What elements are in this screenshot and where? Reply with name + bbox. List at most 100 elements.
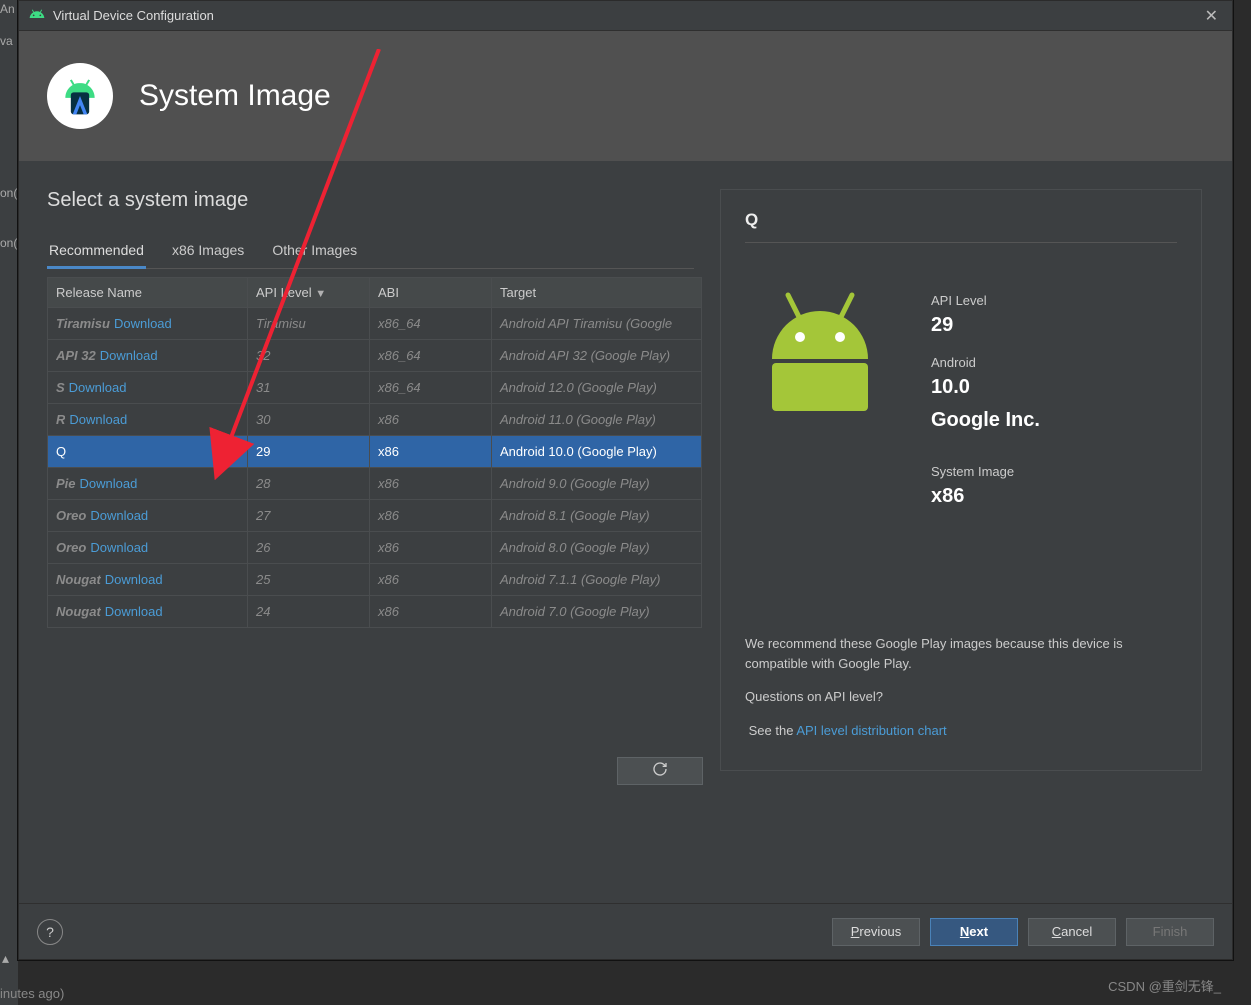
api-level-cell: 32 [248, 340, 370, 372]
target-cell: Android 8.1 (Google Play) [492, 500, 702, 532]
recommendation-text: We recommend these Google Play images be… [745, 634, 1177, 673]
avd-config-dialog: Virtual Device Configuration ✕ System Im… [18, 0, 1233, 960]
abi-cell: x86 [370, 404, 492, 436]
system-image-value: x86 [931, 485, 1040, 508]
api-level-label: API Level [931, 293, 1040, 308]
table-row[interactable]: Nougat Download 24x86Android 7.0 (Google P… [48, 596, 702, 628]
download-link[interactable]: Download [80, 476, 138, 491]
refresh-icon [652, 761, 668, 782]
abi-cell: x86 [370, 436, 492, 468]
abi-cell: x86 [370, 500, 492, 532]
chevron-up-icon: ▴ [2, 950, 9, 967]
api-level-cell: 25 [248, 564, 370, 596]
cancel-button[interactable]: Cancel [1028, 918, 1116, 946]
release-name: S [56, 380, 65, 395]
abi-cell: x86 [370, 532, 492, 564]
previous-button[interactable]: Previous [832, 918, 920, 946]
system-image-label: System Image [931, 464, 1040, 479]
dialog-header: System Image [19, 31, 1232, 161]
android-robot-icon [745, 289, 895, 516]
system-image-table: Release Name API Level ▼ ABI Target Tira… [47, 277, 702, 628]
close-button[interactable]: ✕ [1201, 6, 1222, 26]
api-level-cell: 31 [248, 372, 370, 404]
android-version-label: Android [931, 355, 1040, 370]
vendor-name: Google Inc. [931, 409, 1040, 432]
col-target[interactable]: Target [492, 278, 702, 308]
status-remnant: inutes ago) [0, 986, 64, 1001]
image-tabs: Recommended x86 Images Other Images [47, 234, 694, 269]
image-details-panel: Q [720, 189, 1202, 771]
release-name: Q [56, 444, 66, 459]
dialog-titlebar: Virtual Device Configuration ✕ [19, 1, 1232, 31]
download-link[interactable]: Download [105, 572, 163, 587]
sort-desc-icon: ▼ [315, 288, 326, 300]
col-abi[interactable]: ABI [370, 278, 492, 308]
download-link[interactable]: Download [69, 380, 127, 395]
abi-cell: x86 [370, 596, 492, 628]
abi-cell: x86_64 [370, 340, 492, 372]
download-link[interactable]: Download [114, 316, 172, 331]
android-studio-icon [47, 63, 113, 129]
abi-cell: x86 [370, 564, 492, 596]
target-cell: Android API 32 (Google Play) [492, 340, 702, 372]
see-chart-line: See the API level distribution chart [745, 721, 1177, 741]
tab-other-images[interactable]: Other Images [270, 234, 359, 268]
target-cell: Android 10.0 (Google Play) [492, 436, 702, 468]
dialog-footer: ? Previous Next Cancel Finish [19, 903, 1232, 959]
android-icon [29, 6, 45, 25]
target-cell: Android 8.0 (Google Play) [492, 532, 702, 564]
release-name: R [56, 412, 65, 427]
section-subtitle: Select a system image [47, 189, 694, 212]
download-link[interactable]: Download [69, 412, 127, 427]
api-level-cell: 26 [248, 532, 370, 564]
api-chart-link[interactable]: API level distribution chart [796, 723, 946, 738]
table-row[interactable]: API 32 Download 32x86_64Android API 32 (Go… [48, 340, 702, 372]
questions-text: Questions on API level? [745, 687, 1177, 707]
abi-cell: x86_64 [370, 372, 492, 404]
target-cell: Android API Tiramisu (Google [492, 308, 702, 340]
table-row[interactable]: Pie Download 28x86Android 9.0 (Google Play… [48, 468, 702, 500]
table-row[interactable]: NougatDownload25x86Android 7.1.1 (Google… [48, 564, 702, 596]
table-row[interactable]: TiramisuDownloadTiramisux86_64Android AP… [48, 308, 702, 340]
abi-cell: x86_64 [370, 308, 492, 340]
table-row[interactable]: R Download 30x86Android 11.0 (Google Play) [48, 404, 702, 436]
tab-x86-images[interactable]: x86 Images [170, 234, 246, 268]
abi-cell: x86 [370, 468, 492, 500]
table-row[interactable]: Oreo Download 26x86Android 8.0 (Google Pla… [48, 532, 702, 564]
table-row[interactable]: SDownload31x86_64Android 12.0 (Google Pl… [48, 372, 702, 404]
col-release-name[interactable]: Release Name [48, 278, 248, 308]
next-button[interactable]: Next [930, 918, 1018, 946]
api-level-cell: 29 [248, 436, 370, 468]
finish-button: Finish [1126, 918, 1214, 946]
refresh-button[interactable] [617, 757, 703, 785]
release-name: API 32 [56, 348, 96, 363]
download-link[interactable]: Download [100, 348, 158, 363]
release-name: Oreo [56, 540, 86, 555]
watermark: CSDN @重剑无锋_ [1108, 976, 1221, 995]
api-level-cell: 27 [248, 500, 370, 532]
table-row[interactable]: Oreo Download 27x86Android 8.1 (Google Pla… [48, 500, 702, 532]
help-button[interactable]: ? [37, 919, 63, 945]
download-link[interactable]: Download [90, 540, 148, 555]
tab-recommended[interactable]: Recommended [47, 234, 146, 268]
table-row[interactable]: Q 29x86Android 10.0 (Google Play) [48, 436, 702, 468]
api-level-cell: Tiramisu [248, 308, 370, 340]
api-level-cell: 24 [248, 596, 370, 628]
release-name: Tiramisu [56, 316, 110, 331]
download-link[interactable]: Download [105, 604, 163, 619]
release-name: Oreo [56, 508, 86, 523]
target-cell: Android 7.0 (Google Play) [492, 596, 702, 628]
target-cell: Android 9.0 (Google Play) [492, 468, 702, 500]
col-api-level[interactable]: API Level ▼ [248, 278, 370, 308]
dialog-title: Virtual Device Configuration [53, 8, 214, 23]
release-name: Pie [56, 476, 76, 491]
android-version-value: 10.0 [931, 376, 1040, 399]
target-cell: Android 11.0 (Google Play) [492, 404, 702, 436]
download-link[interactable]: Download [90, 508, 148, 523]
release-name: Nougat [56, 572, 101, 587]
background-editor-remnant: An va on( on( [0, 0, 18, 1005]
details-title: Q [745, 210, 1177, 243]
release-name: Nougat [56, 604, 101, 619]
api-level-cell: 30 [248, 404, 370, 436]
api-level-cell: 28 [248, 468, 370, 500]
